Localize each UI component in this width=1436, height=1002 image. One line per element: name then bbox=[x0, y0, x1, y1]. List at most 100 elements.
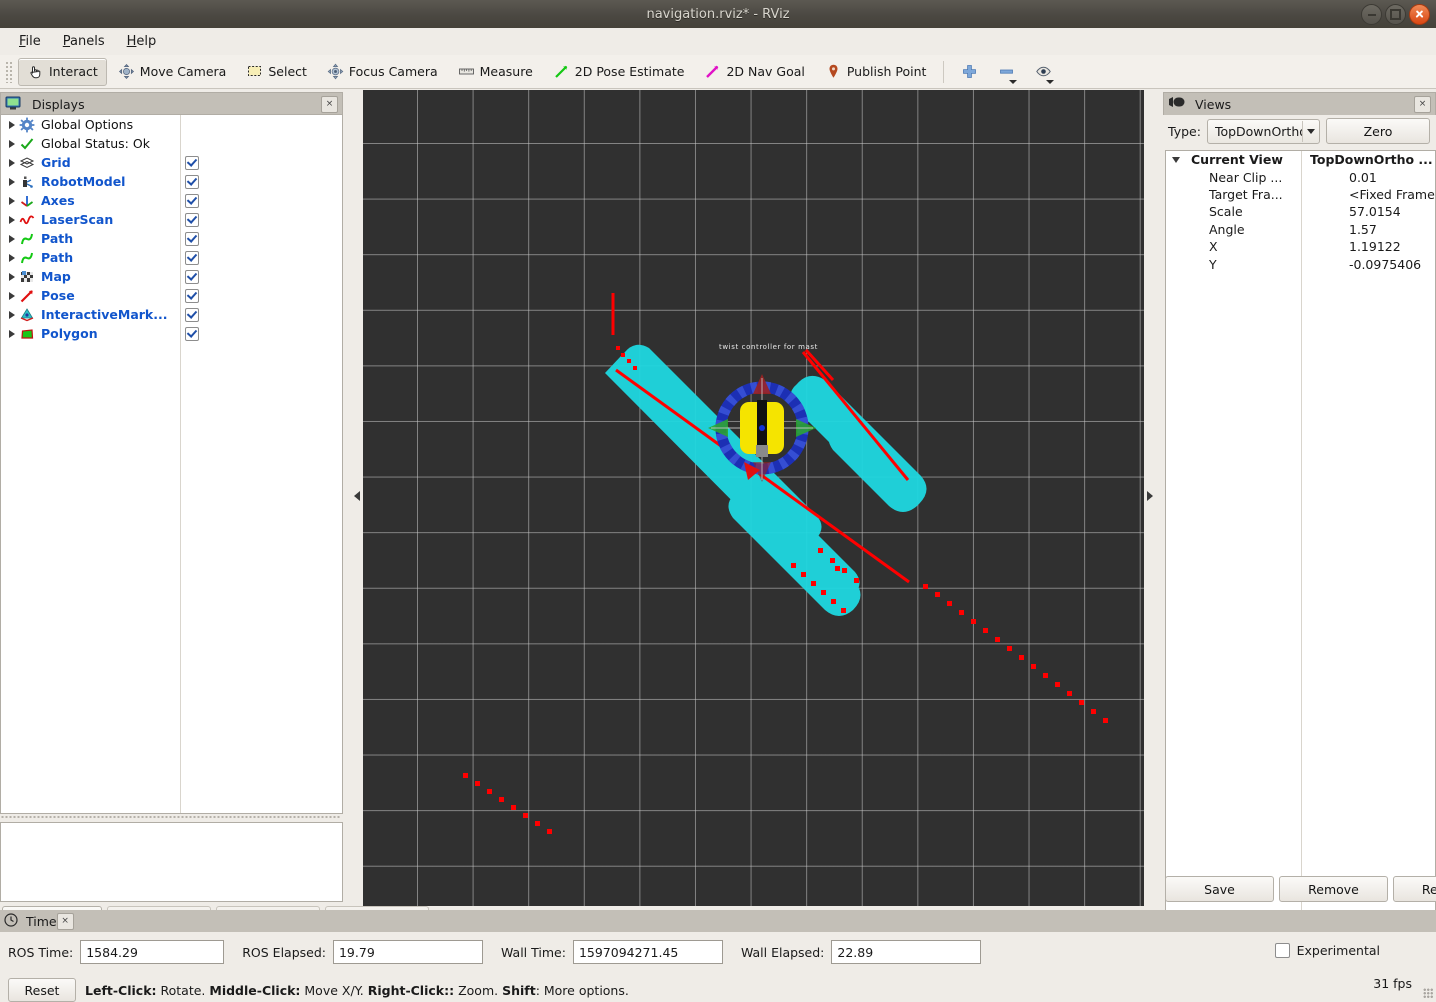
hint-right-click-text: Zoom. bbox=[454, 983, 502, 998]
expander-arrow-icon[interactable] bbox=[5, 248, 19, 267]
views-value[interactable]: 1.19122 bbox=[1344, 239, 1435, 254]
experimental-checkbox[interactable] bbox=[1275, 943, 1290, 958]
wall-elapsed-input[interactable]: 22.89 bbox=[831, 940, 981, 964]
display-item-grid[interactable]: Grid bbox=[1, 153, 342, 172]
ruler-icon bbox=[458, 63, 475, 80]
time-close-icon[interactable]: × bbox=[57, 913, 74, 930]
reset-button[interactable]: Reset bbox=[8, 978, 76, 1002]
expander-arrow-icon[interactable] bbox=[5, 305, 19, 324]
polygon-icon bbox=[19, 326, 37, 342]
tool-interact[interactable]: Interact bbox=[18, 58, 107, 86]
close-button[interactable] bbox=[1409, 4, 1430, 25]
experimental-checkbox-row[interactable]: Experimental bbox=[1275, 943, 1380, 958]
wall-time-input[interactable]: 1597094271.45 bbox=[573, 940, 723, 964]
zero-view-button[interactable]: Zero bbox=[1326, 118, 1430, 144]
tool-publish-point[interactable]: Publish Point bbox=[816, 58, 936, 86]
tool-2d-nav-goal[interactable]: 2D Nav Goal bbox=[695, 58, 813, 86]
views-close-icon[interactable]: × bbox=[1414, 96, 1431, 113]
displays-close-icon[interactable]: × bbox=[321, 96, 338, 113]
display-item-pose[interactable]: Pose bbox=[1, 286, 342, 305]
display-checkbox[interactable] bbox=[185, 232, 199, 246]
save-view-button[interactable]: Save bbox=[1165, 876, 1274, 902]
display-item-polygon[interactable]: Polygon bbox=[1, 324, 342, 343]
rviz-window: navigation.rviz* - RViz File Panels Help… bbox=[0, 0, 1436, 1000]
display-checkbox[interactable] bbox=[185, 175, 199, 189]
views-value[interactable]: -0.0975406 bbox=[1344, 257, 1435, 272]
ros-time-input[interactable]: 1584.29 bbox=[80, 940, 224, 964]
display-checkbox[interactable] bbox=[185, 308, 199, 322]
hint-left-click-text: Rotate. bbox=[157, 983, 210, 998]
display-item-global-options[interactable]: Global Options bbox=[1, 115, 342, 134]
expander-arrow-icon[interactable] bbox=[5, 172, 19, 191]
maximize-button[interactable] bbox=[1385, 4, 1406, 25]
tool-2d-pose-estimate[interactable]: 2D Pose Estimate bbox=[544, 58, 694, 86]
tool-select[interactable]: Select bbox=[237, 58, 316, 86]
remove-tool-button[interactable] bbox=[989, 58, 1024, 86]
map-pin-icon bbox=[825, 63, 842, 80]
display-checkbox[interactable] bbox=[185, 194, 199, 208]
view-type-select[interactable]: TopDownOrtho bbox=[1207, 119, 1320, 144]
time-fields-row: ROS Time: 1584.29 ROS Elapsed: 19.79 Wal… bbox=[8, 940, 981, 964]
views-value[interactable]: 57.0154 bbox=[1344, 204, 1435, 219]
display-item-path-1[interactable]: Path bbox=[1, 229, 342, 248]
display-label: InteractiveMark... bbox=[41, 307, 168, 322]
remove-view-button[interactable]: Remove bbox=[1279, 876, 1388, 902]
tool-focus-camera[interactable]: Focus Camera bbox=[318, 58, 447, 86]
views-value[interactable]: 1.57 bbox=[1344, 222, 1435, 237]
views-value[interactable]: 0.01 bbox=[1344, 170, 1435, 185]
tool-measure[interactable]: Measure bbox=[449, 58, 542, 86]
expander-arrow-icon[interactable] bbox=[5, 191, 19, 210]
display-item-map[interactable]: Map bbox=[1, 267, 342, 286]
window-resize-grip[interactable] bbox=[1423, 988, 1433, 998]
display-checkbox[interactable] bbox=[185, 213, 199, 227]
3d-render-view[interactable]: twist controller for mast bbox=[363, 90, 1144, 906]
display-checkbox[interactable] bbox=[185, 251, 199, 265]
expander-arrow-icon[interactable] bbox=[5, 229, 19, 248]
display-checkbox[interactable] bbox=[185, 289, 199, 303]
tool-publish-point-label: Publish Point bbox=[847, 64, 927, 79]
minimize-button[interactable] bbox=[1361, 4, 1382, 25]
display-item-interactive-markers[interactable]: InteractiveMark... bbox=[1, 305, 342, 324]
expander-arrow-icon[interactable] bbox=[5, 153, 19, 172]
display-checkbox[interactable] bbox=[185, 270, 199, 284]
display-item-laserscan[interactable]: LaserScan bbox=[1, 210, 342, 229]
collapse-right-panel-handle[interactable] bbox=[1144, 482, 1156, 510]
menu-help[interactable]: Help bbox=[116, 31, 168, 52]
laserscan-icon bbox=[19, 212, 37, 228]
minus-icon bbox=[998, 63, 1015, 80]
expander-arrow-icon[interactable] bbox=[5, 115, 19, 134]
tool-move-camera[interactable]: Move Camera bbox=[109, 58, 236, 86]
expander-arrow-icon[interactable] bbox=[5, 267, 19, 286]
displays-splitter[interactable] bbox=[0, 814, 341, 820]
toolbar-drag-handle[interactable] bbox=[5, 61, 14, 83]
views-key: Current View bbox=[1185, 152, 1305, 167]
add-tool-button[interactable] bbox=[952, 58, 987, 86]
tool-2d-pose-estimate-label: 2D Pose Estimate bbox=[575, 64, 685, 79]
expander-arrow-icon[interactable] bbox=[5, 210, 19, 229]
menu-panels[interactable]: Panels bbox=[52, 31, 116, 52]
expander-arrow-icon[interactable] bbox=[1172, 157, 1180, 163]
tool-interact-label: Interact bbox=[49, 64, 98, 79]
visibility-button[interactable] bbox=[1026, 58, 1061, 86]
display-label: Map bbox=[41, 269, 71, 284]
menu-file[interactable]: File bbox=[8, 31, 52, 52]
display-checkbox[interactable] bbox=[185, 156, 199, 170]
display-item-path-2[interactable]: Path bbox=[1, 248, 342, 267]
expander-arrow-icon[interactable] bbox=[5, 134, 19, 153]
rename-view-button[interactable]: Rename bbox=[1393, 876, 1436, 902]
display-checkbox[interactable] bbox=[185, 327, 199, 341]
views-value[interactable]: <Fixed Frame> bbox=[1344, 187, 1435, 202]
views-key: Target Fra... bbox=[1166, 187, 1344, 202]
views-property-tree[interactable]: Current View TopDownOrtho ... Near Clip … bbox=[1165, 150, 1436, 956]
expander-arrow-icon[interactable] bbox=[5, 286, 19, 305]
display-item-axes[interactable]: Axes bbox=[1, 191, 342, 210]
select-rect-icon bbox=[246, 63, 263, 80]
display-item-robotmodel[interactable]: RobotModel bbox=[1, 172, 342, 191]
collapse-left-panel-handle[interactable] bbox=[351, 482, 363, 510]
expander-arrow-icon[interactable] bbox=[5, 324, 19, 343]
display-item-global-status[interactable]: Global Status: Ok bbox=[1, 134, 342, 153]
displays-tree[interactable]: Global Options Global Status: Ok Grid bbox=[0, 114, 343, 814]
ros-elapsed-input[interactable]: 19.79 bbox=[333, 940, 483, 964]
wall-elapsed-label: Wall Elapsed: bbox=[741, 945, 824, 960]
views-key: Y bbox=[1166, 257, 1344, 272]
